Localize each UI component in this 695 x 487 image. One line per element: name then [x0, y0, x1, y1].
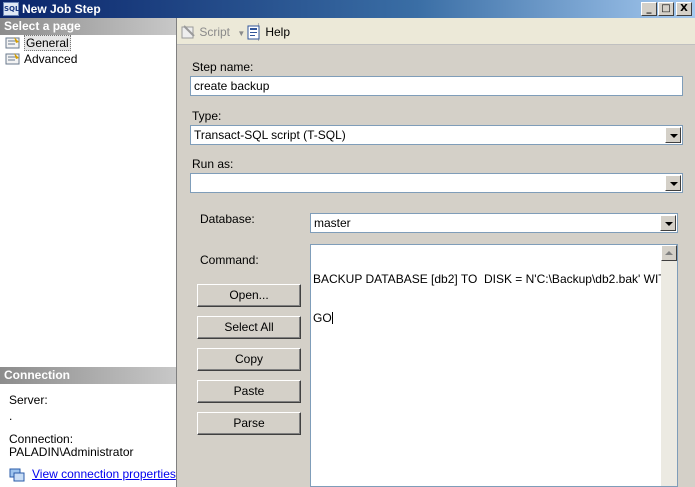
- script-icon: [181, 25, 195, 39]
- help-button[interactable]: Help: [246, 24, 290, 40]
- command-label: Command:: [200, 253, 259, 267]
- step-name-label: Step name:: [192, 60, 254, 74]
- page-item-advanced[interactable]: Advanced: [0, 51, 176, 67]
- text-caret: [331, 312, 333, 324]
- step-name-input[interactable]: create backup: [190, 76, 683, 96]
- scroll-up-icon[interactable]: [661, 245, 677, 261]
- copy-button[interactable]: Copy: [197, 348, 301, 371]
- maximize-button[interactable]: □: [658, 2, 674, 16]
- run-as-select[interactable]: [190, 173, 683, 193]
- page-item-label: General: [24, 35, 71, 51]
- page-icon: [5, 53, 20, 65]
- connection-section: Connection Server: . Connection: PALADIN…: [0, 367, 176, 482]
- page-icon: [5, 37, 20, 49]
- close-button[interactable]: X: [676, 2, 692, 16]
- select-page-header: Select a page: [0, 18, 176, 35]
- paste-button[interactable]: Paste: [197, 380, 301, 403]
- type-label: Type:: [192, 109, 222, 123]
- type-select[interactable]: Transact-SQL script (T-SQL): [190, 125, 683, 145]
- minimize-button[interactable]: _: [641, 2, 657, 16]
- chevron-down-icon[interactable]: [660, 215, 676, 231]
- command-textarea[interactable]: BACKUP DATABASE [db2] TO DISK = N'C:\Bac…: [310, 244, 678, 487]
- connection-value: PALADIN\Administrator: [9, 445, 134, 459]
- chevron-down-icon[interactable]: [665, 175, 681, 191]
- app-icon: SQL: [3, 2, 19, 16]
- run-as-label: Run as:: [192, 157, 234, 171]
- script-button[interactable]: Script ▼: [180, 24, 245, 40]
- command-scrollbar[interactable]: [661, 245, 677, 486]
- chevron-down-icon[interactable]: ▼: [237, 29, 245, 38]
- select-all-button[interactable]: Select All: [197, 316, 301, 339]
- page-item-label: Advanced: [24, 52, 78, 66]
- page-item-general[interactable]: General: [0, 35, 176, 51]
- view-connection-properties-link[interactable]: View connection properties: [32, 467, 176, 481]
- command-text[interactable]: BACKUP DATABASE [db2] TO DISK = N'C:\Bac…: [313, 247, 663, 351]
- toolbar: Script ▼ Help: [177, 18, 695, 45]
- chevron-down-icon[interactable]: [665, 127, 681, 143]
- database-label: Database:: [200, 212, 255, 226]
- open-button[interactable]: Open...: [197, 284, 301, 307]
- parse-button[interactable]: Parse: [197, 412, 301, 435]
- title-bar: SQL New Job Step _ □ X: [0, 0, 695, 18]
- help-icon: [247, 25, 260, 40]
- command-line: GO: [313, 311, 332, 325]
- connection-header: Connection: [0, 367, 176, 384]
- server-label: Server:: [9, 393, 48, 407]
- server-value: .: [9, 409, 13, 423]
- command-line: BACKUP DATABASE [db2] TO DISK = N'C:\Bac…: [313, 272, 663, 286]
- type-value: Transact-SQL script (T-SQL): [194, 128, 346, 142]
- script-label: Script: [199, 25, 231, 39]
- database-value: master: [314, 216, 351, 230]
- database-select[interactable]: master: [310, 213, 678, 233]
- form-area: Step name: create backup Type: Transact-…: [177, 46, 695, 487]
- window-title: New Job Step: [22, 2, 101, 16]
- connection-properties-icon: [9, 468, 25, 482]
- left-panel: Select a page General Advanced Connectio…: [0, 18, 177, 487]
- help-label: Help: [265, 25, 291, 39]
